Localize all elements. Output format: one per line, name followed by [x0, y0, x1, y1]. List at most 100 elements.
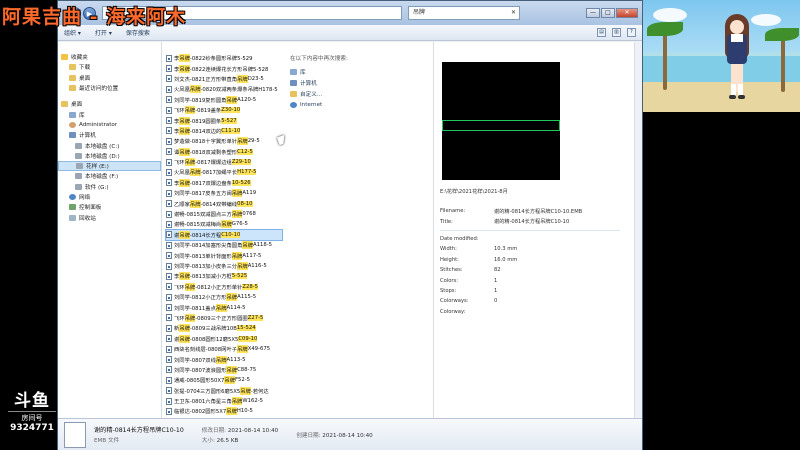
file-name-part: 谢畅-0815双减梅尚: [174, 222, 222, 229]
file-list-item[interactable]: 刘同学-0812小正方形 吊牌 A115-5: [166, 292, 282, 302]
nav-item[interactable]: 本地磁盘 (C:): [58, 140, 161, 150]
file-list-item[interactable]: 乙顺家 吊牌 -0814双带编线 08-10: [166, 198, 282, 208]
file-list-item[interactable]: 飞环 吊牌 -0809三个正方形圆圈 Z27-5: [166, 313, 282, 323]
prop-colorways-label: Colorways:: [440, 298, 469, 305]
nav-item[interactable]: 控制面板: [58, 202, 161, 212]
embroidery-preview-image: [442, 62, 560, 180]
preview-pane: E:\花样\2021花样\2021-8月 Filename: 谢的精-0814长方…: [434, 42, 642, 418]
file-list-item[interactable]: 西柒名刻线层-0808网叶子 吊牌 X49-675: [166, 344, 282, 354]
preview-pane-icon[interactable]: ▥: [612, 28, 621, 37]
nav-item[interactable]: 最近访问的位置: [58, 83, 161, 93]
file-list-item[interactable]: 飞环 吊牌 -0817爆爆边组 Z29-10: [166, 157, 282, 167]
search-again-item[interactable]: 计算机: [290, 77, 433, 88]
file-list-item[interactable]: 刘同学-0807波浪圆形 吊牌 C88-75: [166, 365, 282, 375]
nav-item-label: 花样 (E:): [86, 164, 109, 171]
file-name-part: 吊牌: [179, 178, 190, 187]
nav-item-label: Administrator: [79, 121, 118, 128]
nav-item[interactable]: 软件 (G:): [58, 182, 161, 192]
file-list-item[interactable]: 谭吊牌 -0818双减剩条塑形 C12-5: [166, 147, 282, 157]
file-list-item[interactable]: 李吊牌 -0822连续爆花长方形吊牌5-528: [166, 63, 282, 73]
file-name-part: -若何达: [250, 388, 269, 395]
file-list-item[interactable]: 刘同学-0817皮条五方阀 吊牌 A119: [166, 188, 282, 198]
file-list-item[interactable]: 火凤凰 吊牌 -0820双减两条爆条吊牌H178-5: [166, 84, 282, 94]
file-list[interactable]: 李吊牌 -0822纱条圆形吊牌5-529 李吊牌 -0822连续爆花长方形吊牌5-52…: [162, 42, 283, 426]
clear-search-icon[interactable]: ✕: [511, 7, 516, 19]
nav-item-label: 本地磁盘 (C:): [85, 143, 120, 150]
file-list-item[interactable]: 刘同学-0813加小皮条三分 吊牌 A116-5: [166, 261, 282, 271]
file-list-item[interactable]: 李吊牌 -0814双边的 C11-10: [166, 126, 282, 136]
nav-item[interactable]: 回收站: [58, 212, 161, 222]
details-filename: 谢的精-0814长方程吊牌C10-10: [94, 427, 184, 434]
search-input[interactable]: 吊牌 ✕: [408, 6, 520, 20]
file-list-item[interactable]: 谢畅-0815双减圆点三方 吊牌 0768: [166, 209, 282, 219]
nav-item[interactable]: 收藏夹: [58, 52, 161, 62]
file-list-item[interactable]: 刘文杰-0821正方形带直角 吊牌 D23-5: [166, 74, 282, 84]
file-list-item[interactable]: 张提-0704三方圆形6磨5X5 吊牌 -若何达: [166, 386, 282, 396]
search-again-item[interactable]: 库: [290, 66, 433, 77]
nav-item[interactable]: 桌面: [58, 99, 161, 109]
help-icon[interactable]: ?: [627, 28, 636, 37]
file-name-part: 吊牌: [226, 365, 238, 374]
nav-item[interactable]: 下载: [58, 62, 161, 72]
file-list-item[interactable]: 通威-0805圆形50X7 吊牌 F52-5: [166, 375, 282, 385]
maximize-button[interactable]: □: [601, 8, 615, 18]
save-search-button[interactable]: 保存搜索: [126, 28, 150, 37]
file-list-item[interactable]: 李吊牌 -0813加减小方框 5-525: [166, 271, 282, 281]
details-created-label: 创建日期:: [296, 432, 321, 439]
nav-item[interactable]: 网络: [58, 192, 161, 202]
nav-item[interactable]: 花样 (E:): [58, 160, 161, 172]
open-button[interactable]: 打开 ▾: [95, 28, 112, 37]
navigation-pane[interactable]: 收藏夹 下载 桌面 最近访问的位置 桌面库 Administrator 计算机 本地磁盘 (C…: [58, 42, 162, 418]
file-list-item[interactable]: 刘同学-0814加塞形尖角圆角 吊牌 A118-5: [166, 240, 282, 250]
douyu-watermark: 斗鱼 房间号 9324771: [8, 392, 56, 433]
nav-item[interactable]: 库: [58, 109, 161, 119]
nav-item[interactable]: Administrator: [58, 120, 161, 130]
close-button[interactable]: ✕: [616, 8, 638, 18]
file-list-item[interactable]: 王卫东-0801六角星三角 吊牌 W162-5: [166, 396, 282, 406]
emb-file-icon: [166, 241, 172, 249]
file-list-item[interactable]: 新吊牌 -0809三战吊牌10B 15-524: [166, 323, 282, 333]
file-list-item[interactable]: 谢吊牌 -0808圆形12磨5X5 C09-10: [166, 334, 282, 344]
details-modified-col: 修改日期: 2021-08-14 10:40 大小: 26.5 KB: [202, 426, 278, 444]
search-again-item[interactable]: Internet: [290, 99, 433, 110]
file-list-item[interactable]: 飞环 吊牌 -0819盖条 Z30-10: [166, 105, 282, 115]
file-name-part: A117-5: [242, 252, 262, 259]
file-list-item[interactable]: 火凤凰 吊牌 -0817加绳平长 H177-5: [166, 167, 282, 177]
file-list-item[interactable]: 飞环 吊牌 -0812小正方形单针 Z28-5: [166, 282, 282, 292]
file-name-part: 吊牌: [179, 272, 190, 281]
file-name-part: -0819盖条: [195, 108, 222, 115]
file-name-part: C10-10: [221, 231, 241, 238]
drive-icon: [75, 183, 82, 190]
nav-item[interactable]: 计算机: [58, 130, 161, 140]
prop-title: 谢的精-0814长方程吊牌C10-10: [494, 219, 570, 226]
prop-title-label: Title:: [440, 218, 453, 225]
file-list-item[interactable]: 刘同学-0813单针背面形 吊牌 A117-5: [166, 250, 282, 260]
organize-button[interactable]: 组织 ▾: [64, 28, 81, 37]
file-list-item[interactable]: 谢畅-0815双减梅尚 吊牌 G76-5: [166, 219, 282, 229]
file-list-item[interactable]: 刘同学-0807双线 吊牌 A113-5: [166, 354, 282, 364]
file-list-item[interactable]: 李吊牌 -0817双爆边盘条 10-526: [166, 178, 282, 188]
search-again-item[interactable]: 自定义...: [290, 88, 433, 99]
file-list-item[interactable]: 梦造做-0818十字翼形单针 吊牌 29-5: [166, 136, 282, 146]
nav-item[interactable]: 桌面: [58, 73, 161, 83]
prop-stitches: 82: [494, 267, 501, 274]
view-options-icon[interactable]: ▤: [597, 28, 606, 37]
emb-file-icon: [166, 96, 172, 104]
view-controls: ▤ ▥ ?: [597, 28, 636, 37]
file-list-item[interactable]: 刘同学-0819复形圆角 吊牌 A120-5: [166, 95, 282, 105]
file-name-part: 刘同学-0817皮条五方阀: [174, 191, 232, 198]
minimize-button[interactable]: —: [586, 8, 600, 18]
preview-scrollbar[interactable]: [634, 42, 642, 418]
nav-item[interactable]: 本地磁盘 (F:): [58, 171, 161, 181]
nav-item[interactable]: 本地磁盘 (D:): [58, 151, 161, 161]
file-list-item[interactable]: 刘同学-0811盖点 吊牌 A114-5: [166, 302, 282, 312]
file-name-part: 刘同学-0812小正方形: [174, 295, 227, 302]
file-list-item[interactable]: 李吊牌 -0819圆圈条 5-527: [166, 115, 282, 125]
file-list-item[interactable]: 谢吊牌 -0814长方程 C10-10: [165, 228, 283, 242]
search-again-header: 在以下内容中再次搜索:: [290, 56, 348, 62]
file-list-item[interactable]: 李吊牌 -0822纱条圆形吊牌5-529: [166, 53, 282, 63]
emb-file-icon: [166, 148, 172, 156]
file-name-part: C11-10: [221, 127, 241, 134]
file-name-part: 29-5: [247, 138, 260, 145]
file-list-item[interactable]: 临银达-0802圆形5X7 吊牌 H10-5: [166, 406, 282, 416]
